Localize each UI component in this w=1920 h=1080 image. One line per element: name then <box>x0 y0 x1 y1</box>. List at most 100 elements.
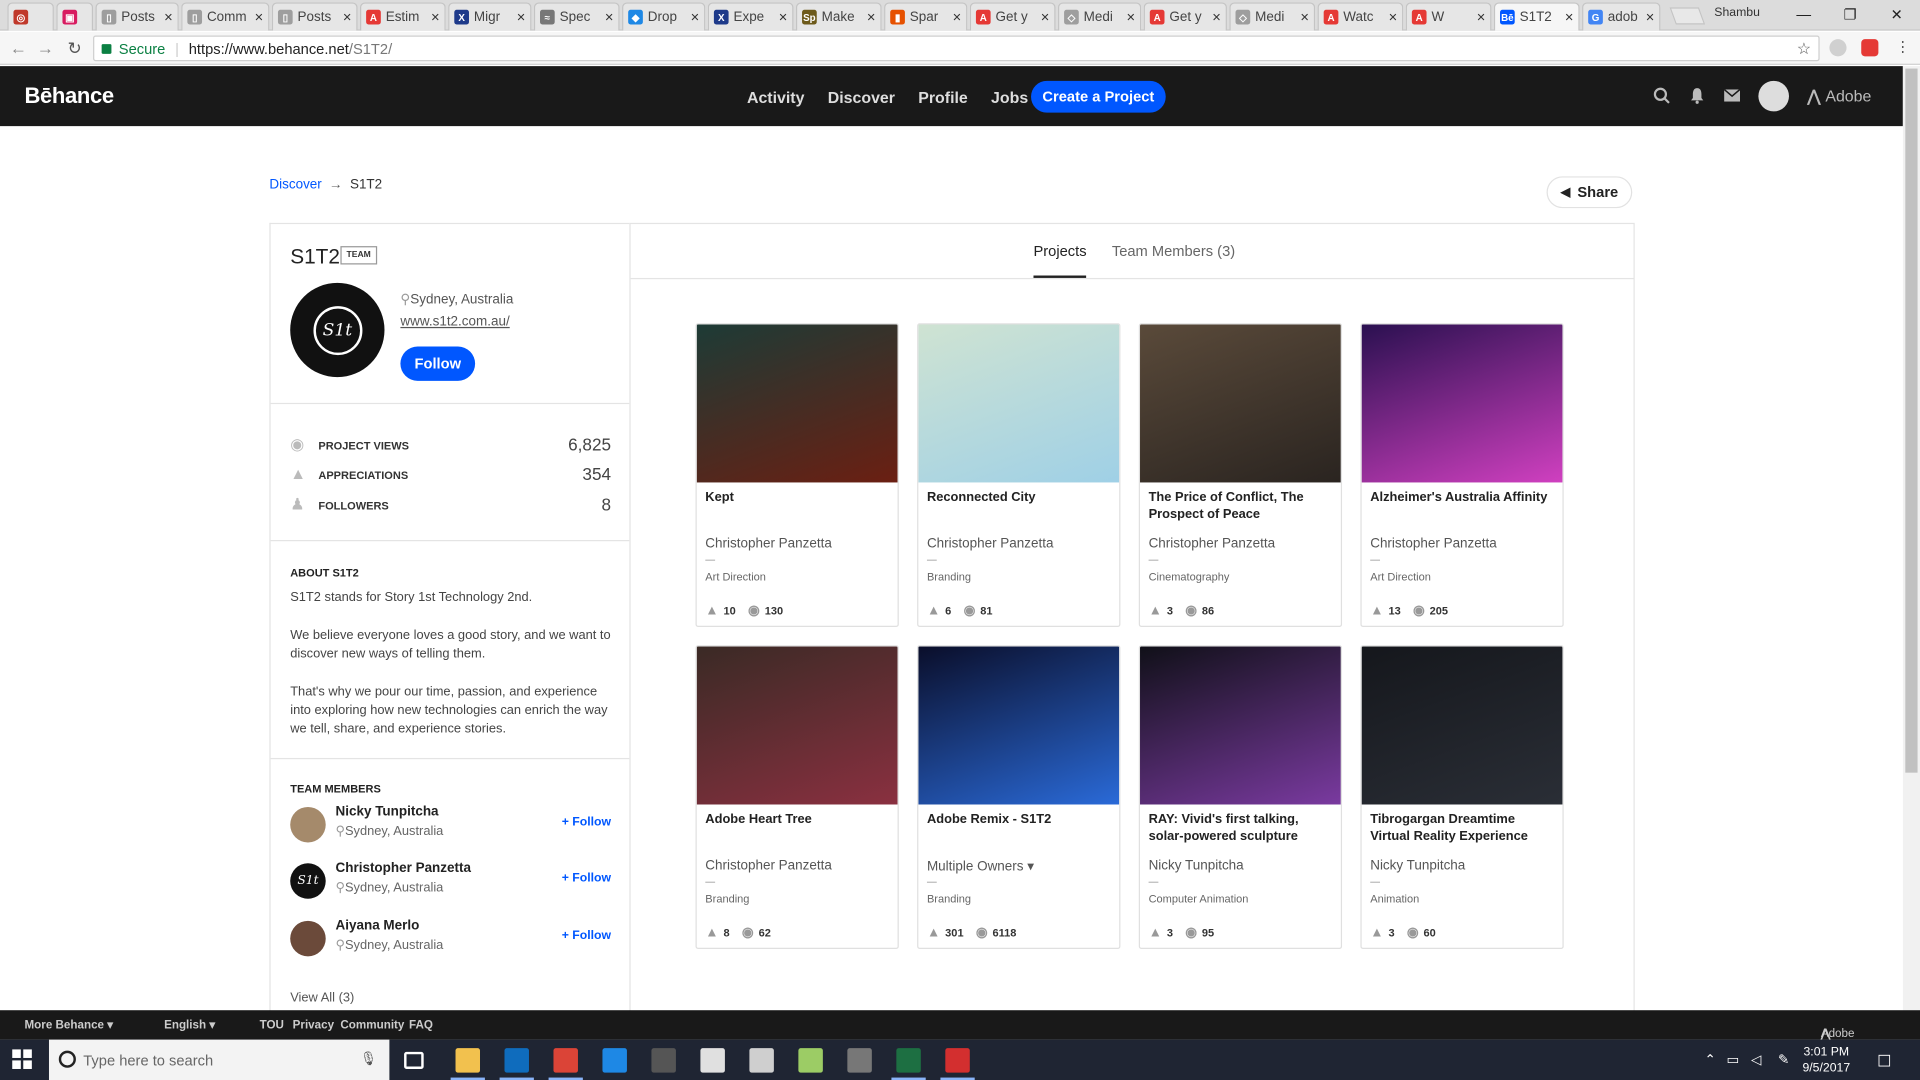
browser-tab[interactable]: Sp Make × <box>795 2 882 31</box>
tab-close-icon[interactable]: × <box>1389 9 1398 26</box>
project-owner[interactable]: Nicky Tunpitcha <box>1370 858 1465 873</box>
forward-icon[interactable]: → <box>34 37 56 59</box>
tab-close-icon[interactable]: × <box>867 9 876 26</box>
tab-team-members[interactable]: Team Members (3) <box>1112 242 1235 259</box>
task-view-icon[interactable] <box>404 1051 424 1069</box>
project-card[interactable]: Adobe Heart Tree Christopher Panzetta Bran… <box>695 645 899 949</box>
project-card[interactable]: Reconnected City Christopher Panzetta Bran… <box>917 323 1121 627</box>
project-cover-image[interactable] <box>918 646 1120 805</box>
project-field[interactable]: Branding <box>927 893 971 905</box>
member-follow-button[interactable]: + Follow <box>562 872 611 885</box>
project-owner[interactable]: Christopher Panzetta <box>1370 536 1497 551</box>
footer-link-community[interactable]: Community <box>340 1019 404 1032</box>
project-owner[interactable]: Multiple Owners ▾ <box>927 858 1034 875</box>
browser-tab[interactable]: A Get y × <box>969 2 1056 31</box>
network-icon[interactable]: ▭ <box>1727 1052 1740 1068</box>
nav-profile[interactable]: Profile <box>918 88 968 106</box>
member-name[interactable]: Nicky Tunpitcha <box>336 804 439 819</box>
avatar[interactable] <box>290 806 326 843</box>
browser-tab[interactable]: ▯ Posts × <box>271 2 358 31</box>
tab-close-icon[interactable]: × <box>1646 9 1655 26</box>
behance-logo[interactable]: Bēhance <box>24 83 114 109</box>
more-behance-menu[interactable]: More Behance ▾ <box>24 1019 113 1032</box>
page-scrollbar[interactable] <box>1902 66 1920 1011</box>
url-input[interactable]: Secure | https://www.behance.net/S1T2/ ☆ <box>93 35 1820 62</box>
share-button[interactable]: ◀ Share <box>1546 176 1633 209</box>
browser-tab[interactable]: A Get y × <box>1143 2 1227 31</box>
avatar[interactable]: S1t <box>290 863 326 899</box>
maximize-button[interactable]: ❐ <box>1825 0 1876 29</box>
project-owner[interactable]: Christopher Panzetta <box>705 536 832 551</box>
project-owner[interactable]: Nicky Tunpitcha <box>1149 858 1244 873</box>
taskbar-clock[interactable]: 3:01 PM 9/5/2017 <box>1802 1044 1850 1076</box>
project-cover-image[interactable] <box>1140 646 1341 805</box>
project-title[interactable]: Reconnected City <box>927 489 1113 506</box>
tab-close-icon[interactable]: × <box>1127 9 1136 26</box>
browser-tab[interactable]: ◇ Medi × <box>1229 2 1316 31</box>
project-cover-image[interactable] <box>1361 646 1563 805</box>
tab-close-icon[interactable]: × <box>431 9 440 26</box>
project-title[interactable]: Adobe Remix - S1T2 <box>927 811 1113 828</box>
project-card[interactable]: Alzheimer's Australia Affinity Christophe… <box>1360 323 1564 627</box>
tab-close-icon[interactable]: × <box>255 9 264 26</box>
user-avatar[interactable] <box>1758 80 1789 112</box>
browser-tab[interactable]: ▮ Spar × <box>884 2 968 31</box>
tab-close-icon[interactable]: × <box>343 9 352 26</box>
notepad-icon[interactable] <box>798 1048 823 1073</box>
project-cover-image[interactable] <box>1140 324 1341 483</box>
acrobat-extension-icon[interactable] <box>1861 39 1879 57</box>
vm-icon[interactable] <box>847 1048 872 1073</box>
tab-close-icon[interactable]: × <box>691 9 700 26</box>
member-name[interactable]: Aiyana Merlo <box>336 918 420 933</box>
dropdown-caret-icon[interactable]: ▾ <box>1024 860 1034 875</box>
tab-close-icon[interactable]: × <box>1212 9 1221 26</box>
team-website-link[interactable]: www.s1t2.com.au/ <box>400 315 509 330</box>
project-field[interactable]: Art Direction <box>705 571 766 583</box>
project-card[interactable]: Tibrogargan Dreamtime Virtual Reality Ex… <box>1360 645 1564 949</box>
language-menu[interactable]: English ▾ <box>164 1019 215 1032</box>
project-cover-image[interactable] <box>696 646 898 805</box>
project-owner[interactable]: Christopher Panzetta <box>705 858 832 873</box>
paint-icon[interactable] <box>749 1048 774 1073</box>
browser-tab[interactable]: X Expe × <box>707 2 794 31</box>
browser-tab[interactable]: Bē S1T2 × <box>1493 2 1580 31</box>
project-owner[interactable]: Christopher Panzetta <box>927 536 1054 551</box>
member-name[interactable]: Christopher Panzetta <box>336 861 471 876</box>
project-cover-image[interactable] <box>696 324 898 483</box>
browser-tab[interactable]: ≈ Spec × <box>533 2 620 31</box>
member-follow-button[interactable]: + Follow <box>562 929 611 942</box>
volume-icon[interactable]: ◁ <box>1751 1052 1761 1068</box>
tab-close-icon[interactable]: × <box>517 9 526 26</box>
nav-jobs[interactable]: Jobs <box>991 88 1028 106</box>
footer-link-privacy[interactable]: Privacy <box>293 1019 334 1032</box>
project-field[interactable]: Branding <box>927 571 971 583</box>
project-field[interactable]: Branding <box>705 893 749 905</box>
tab-close-icon[interactable]: × <box>164 9 173 26</box>
browser-tab[interactable]: ◆ Drop × <box>622 2 706 31</box>
messages-icon[interactable] <box>1724 89 1741 102</box>
browser-tab[interactable]: ▯ Comm × <box>181 2 270 31</box>
minimize-button[interactable]: — <box>1778 0 1829 29</box>
avatar[interactable] <box>290 920 326 957</box>
project-title[interactable]: The Price of Conflict, The Prospect of P… <box>1149 489 1335 523</box>
java-icon[interactable] <box>700 1048 725 1073</box>
nav-activity[interactable]: Activity <box>747 88 805 106</box>
project-field[interactable]: Computer Animation <box>1149 893 1249 905</box>
extension-icon[interactable] <box>1829 39 1847 57</box>
footer-link-tou[interactable]: TOU <box>260 1019 284 1032</box>
project-card[interactable]: Adobe Remix - S1T2 Multiple Owners ▾ Brand… <box>917 645 1121 949</box>
tab-close-icon[interactable]: × <box>1300 9 1309 26</box>
tab-close-icon[interactable]: × <box>605 9 614 26</box>
acrobat-icon[interactable] <box>945 1048 970 1073</box>
team-member[interactable]: S1t Christopher Panzetta ⚲Sydney, Austra… <box>290 861 611 903</box>
project-title[interactable]: Tibrogargan Dreamtime Virtual Reality Ex… <box>1370 811 1556 845</box>
adobe-link[interactable]: ⋀ Adobe <box>1807 87 1871 107</box>
follow-button[interactable]: Follow <box>400 346 476 381</box>
close-window-button[interactable]: ✕ <box>1871 0 1920 29</box>
browser-tab[interactable]: X Migr × <box>448 2 532 31</box>
tab-close-icon[interactable]: × <box>953 9 962 26</box>
team-member[interactable]: Aiyana Merlo ⚲Sydney, Australia + Follow <box>290 918 611 960</box>
pen-icon[interactable]: ✎ <box>1778 1052 1789 1068</box>
tray-chevron-icon[interactable]: ⌃ <box>1705 1052 1716 1068</box>
project-title[interactable]: Adobe Heart Tree <box>705 811 891 828</box>
